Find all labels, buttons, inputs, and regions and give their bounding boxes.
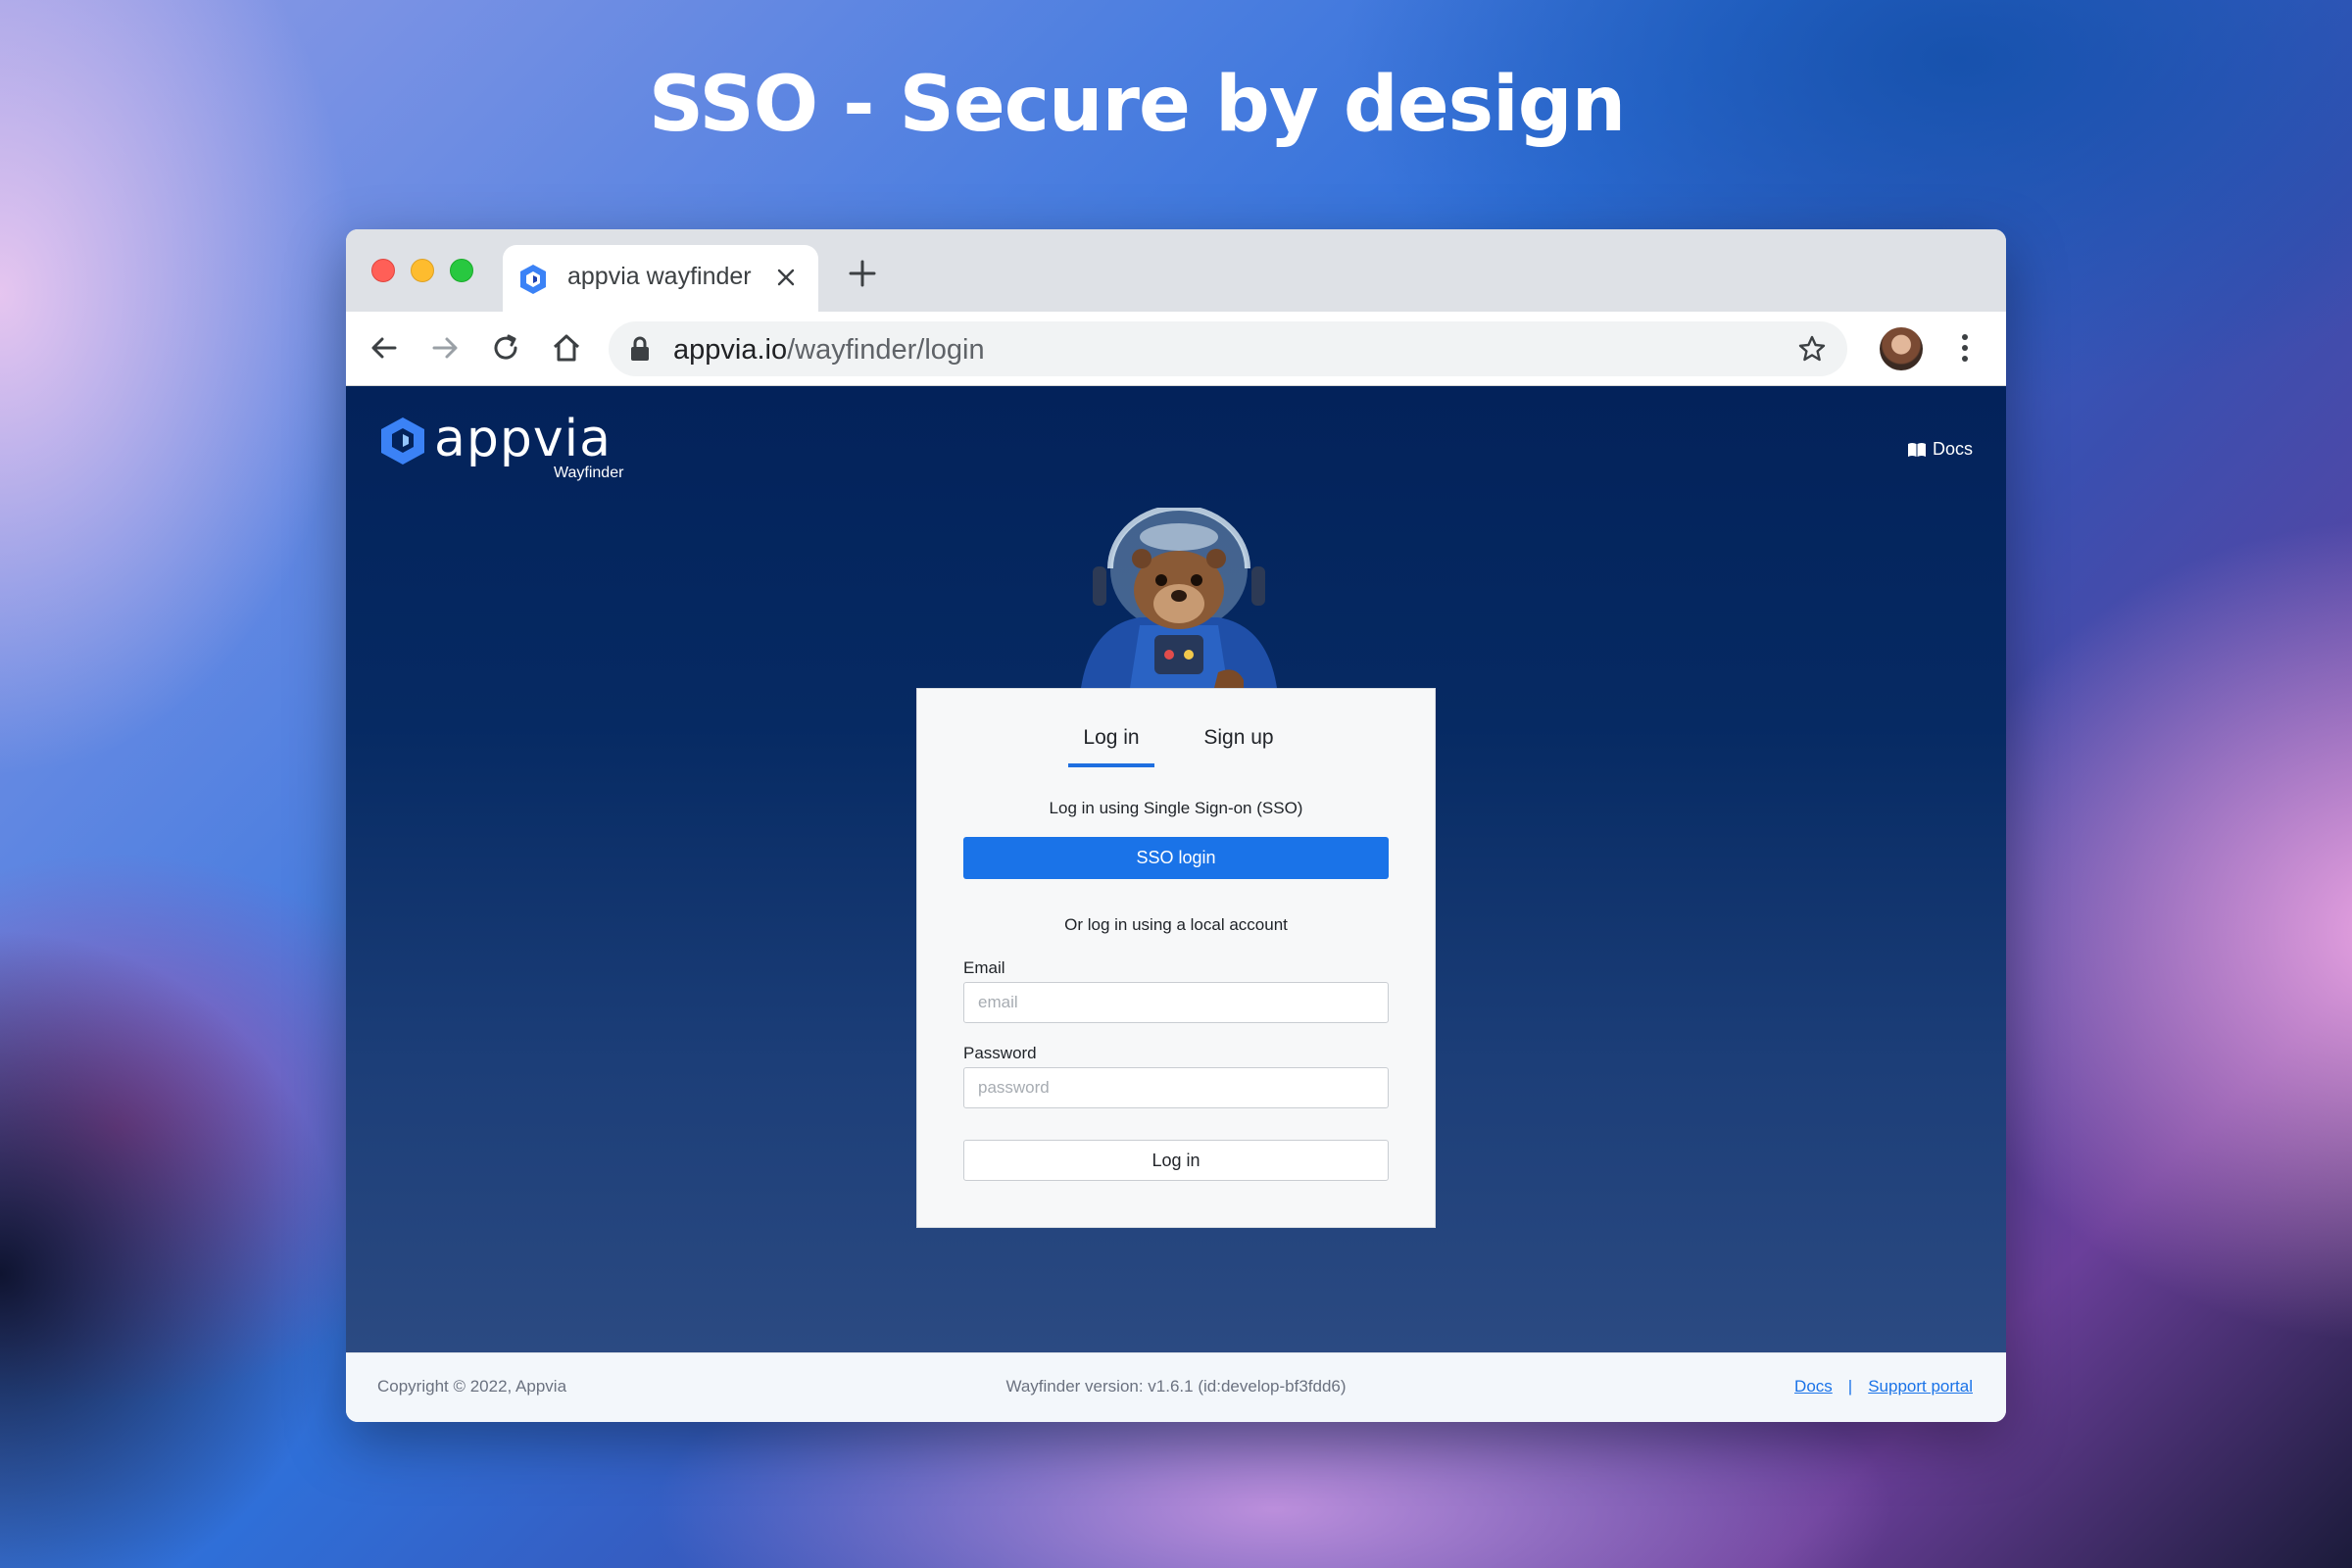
app-viewport: appvia Wayfinder Docs Log in Sign up Log… xyxy=(346,386,2006,1352)
auth-tabs: Log in Sign up xyxy=(917,718,1435,767)
footer-links: Docs | Support portal xyxy=(1794,1377,1973,1396)
book-icon xyxy=(1907,442,1926,457)
footer-separator: | xyxy=(1847,1377,1853,1396)
appvia-logo-icon xyxy=(381,417,424,465)
star-icon[interactable] xyxy=(1796,333,1828,365)
footer-version: Wayfinder version: v1.6.1 (id:develop-bf… xyxy=(1005,1377,1347,1396)
email-field[interactable] xyxy=(963,982,1389,1023)
arrow-right-icon[interactable] xyxy=(428,331,462,365)
app-footer: Copyright © 2022, Appvia Wayfinder versi… xyxy=(346,1352,2006,1422)
close-window-button[interactable] xyxy=(371,259,395,282)
footer-docs-link[interactable]: Docs xyxy=(1794,1377,1833,1396)
password-label: Password xyxy=(963,1044,1037,1062)
browser-tab[interactable]: appvia wayfinder xyxy=(503,245,818,312)
appvia-logo-icon xyxy=(520,265,546,294)
logo-wordmark: appvia xyxy=(434,410,612,468)
hero-title: SSO - Secure by design xyxy=(648,61,1626,149)
tab-signup[interactable]: Sign up xyxy=(1192,718,1286,767)
home-icon[interactable] xyxy=(550,331,583,365)
appvia-logo[interactable]: appvia Wayfinder xyxy=(377,410,632,494)
footer-support-link[interactable]: Support portal xyxy=(1868,1377,1973,1396)
url-path: /wayfinder/login xyxy=(787,334,985,366)
local-account-heading: Or log in using a local account xyxy=(1064,915,1288,934)
avatar[interactable] xyxy=(1880,327,1923,370)
browser-window: appvia wayfinder appvia.io/wayfinder/log… xyxy=(346,229,2006,1422)
browser-tab-bar: appvia wayfinder xyxy=(346,229,2006,312)
password-field[interactable] xyxy=(963,1067,1389,1108)
header-docs-label: Docs xyxy=(1932,439,1973,459)
header-docs-link[interactable]: Docs xyxy=(1907,439,1973,460)
close-icon[interactable] xyxy=(775,267,797,288)
address-bar[interactable]: appvia.io/wayfinder/login xyxy=(609,321,1847,376)
maximize-window-button[interactable] xyxy=(450,259,473,282)
lock-icon xyxy=(631,336,649,361)
logo-subtitle: Wayfinder xyxy=(554,465,624,481)
url-domain: appvia.io xyxy=(673,334,788,366)
log-in-button[interactable]: Log in xyxy=(963,1140,1389,1181)
browser-toolbar: appvia.io/wayfinder/login xyxy=(346,312,2006,386)
plus-icon[interactable] xyxy=(848,259,877,288)
email-label: Email xyxy=(963,958,1005,977)
sso-login-button[interactable]: SSO login xyxy=(963,837,1389,879)
arrow-left-icon[interactable] xyxy=(368,331,401,365)
tab-title: appvia wayfinder xyxy=(567,263,752,290)
kebab-menu-icon[interactable] xyxy=(1960,331,1970,365)
minimize-window-button[interactable] xyxy=(411,259,434,282)
auth-card: Log in Sign up Log in using Single Sign-… xyxy=(916,688,1436,1228)
tab-login[interactable]: Log in xyxy=(1068,718,1154,767)
url-text: appvia.io/wayfinder/login xyxy=(673,334,985,367)
astronaut-beaver-mascot xyxy=(1081,508,1277,688)
sso-heading: Log in using Single Sign-on (SSO) xyxy=(1049,799,1303,817)
reload-icon[interactable] xyxy=(489,331,522,365)
